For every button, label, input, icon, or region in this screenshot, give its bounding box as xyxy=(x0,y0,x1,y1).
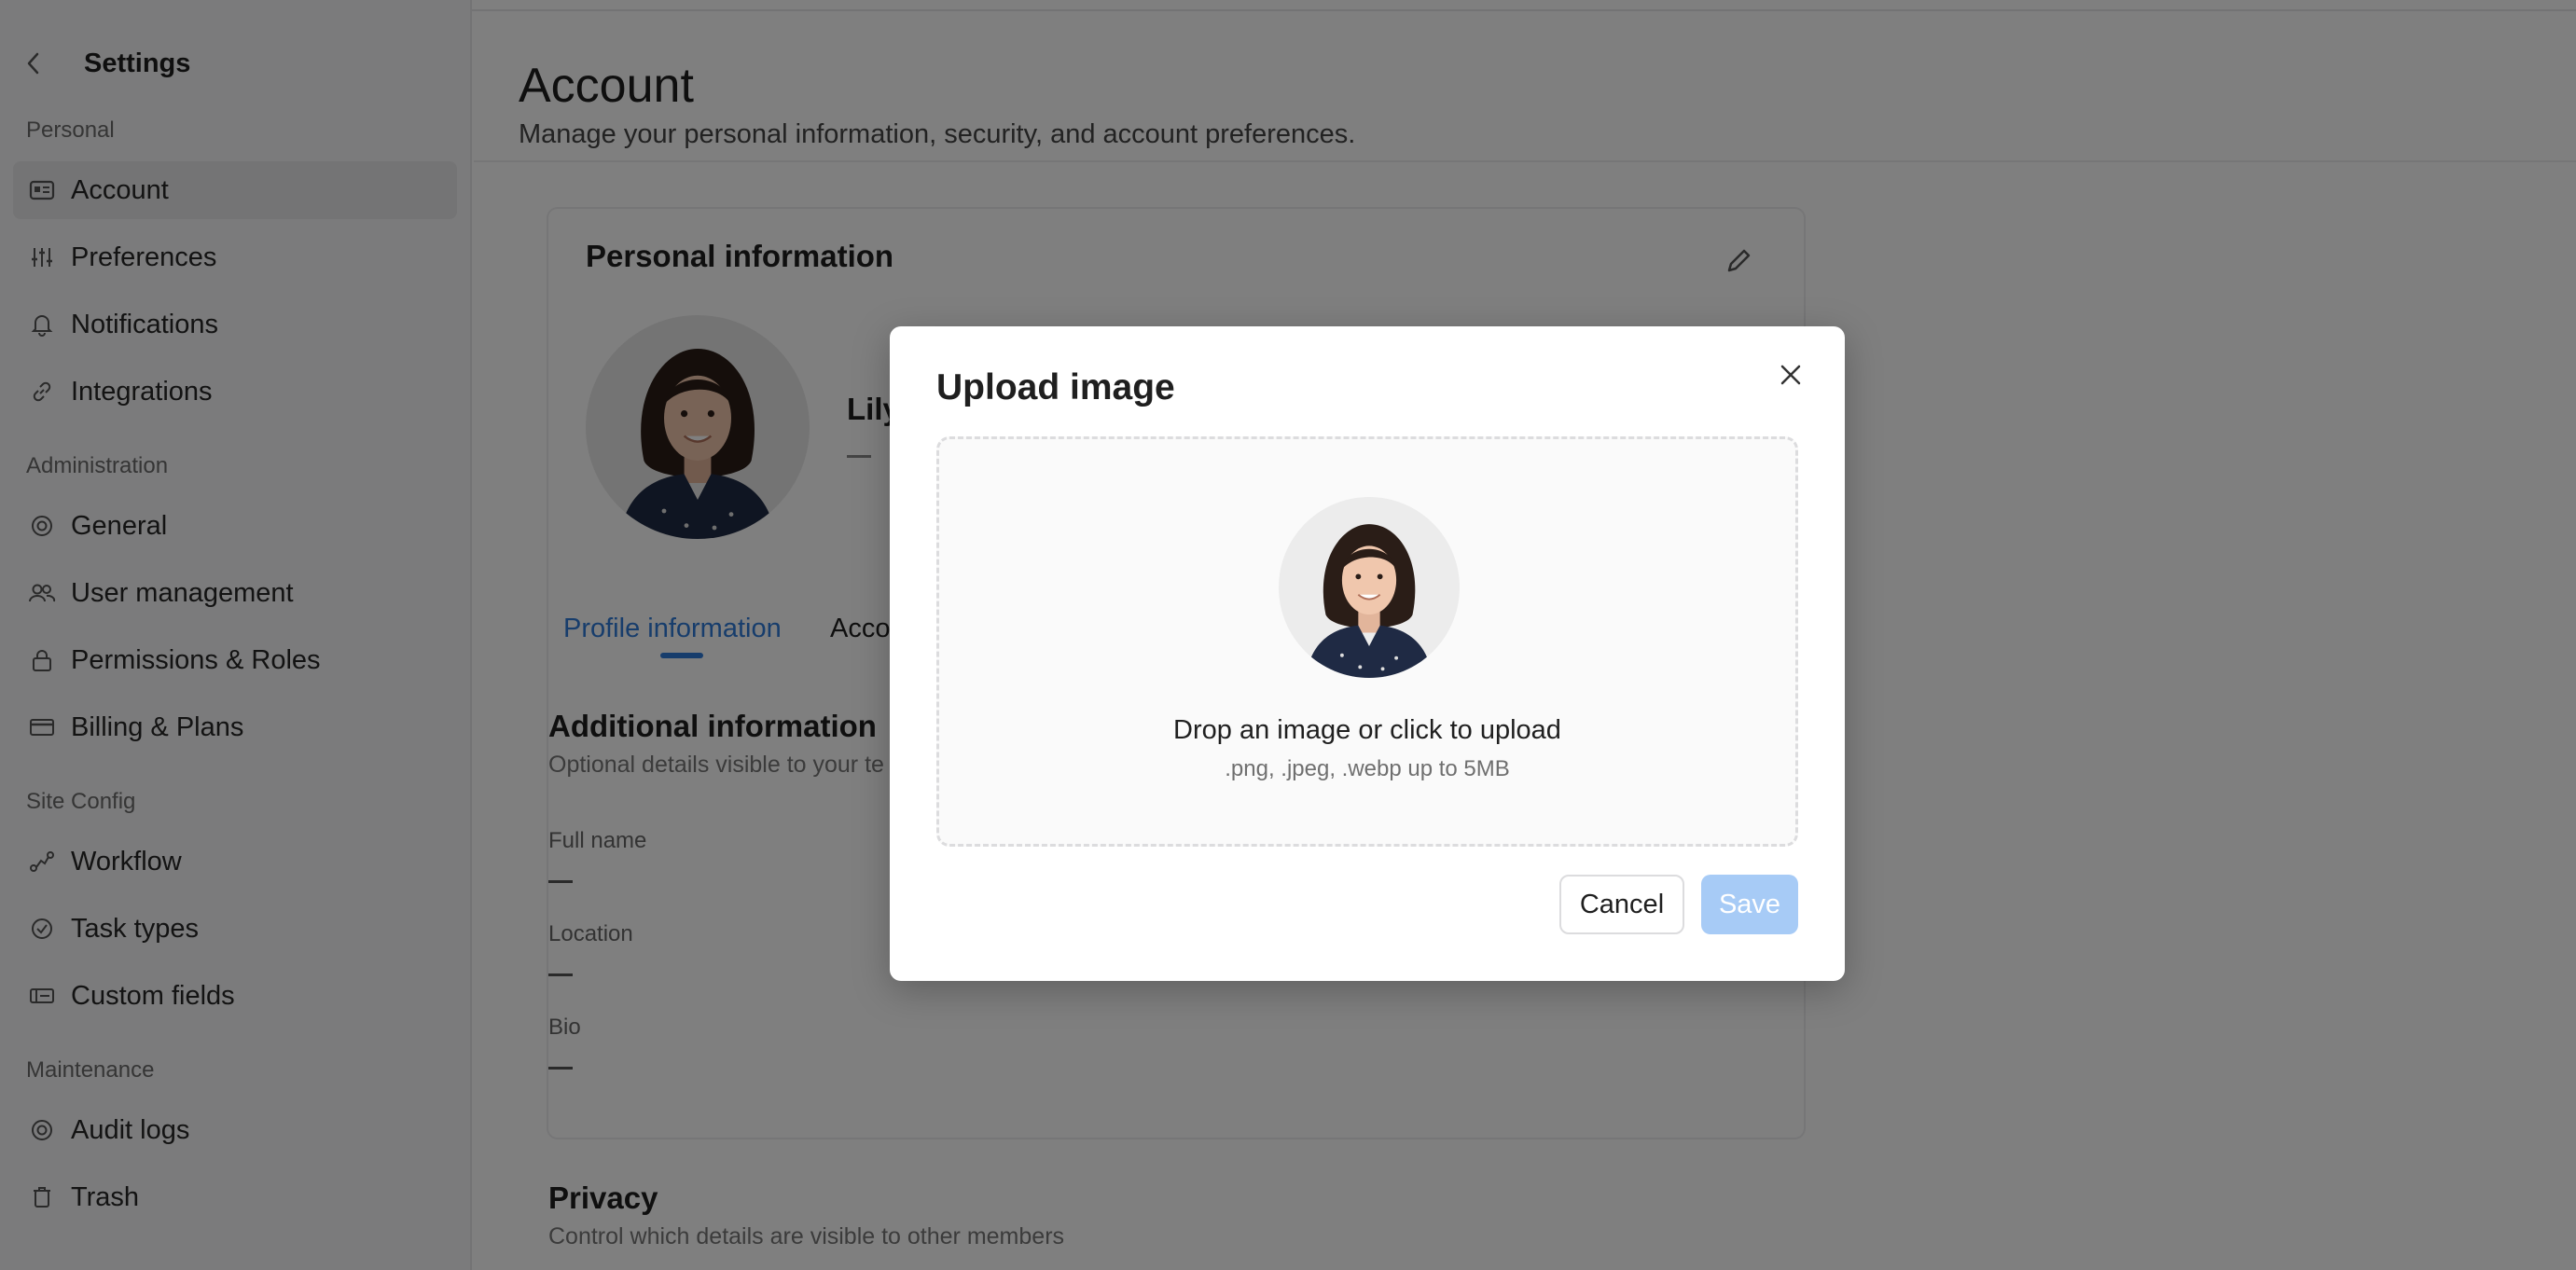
dialog-title: Upload image xyxy=(936,367,1175,407)
image-dropzone[interactable]: Drop an image or click to upload .png, .… xyxy=(936,436,1798,847)
close-icon[interactable] xyxy=(1776,360,1806,390)
dropzone-hint: .png, .jpeg, .webp up to 5MB xyxy=(1225,756,1510,781)
avatar-preview xyxy=(1279,497,1460,678)
upload-image-dialog: Upload image Drop an image or click to u… xyxy=(890,326,1845,981)
dropzone-title: Drop an image or click to upload xyxy=(1173,715,1561,745)
save-button[interactable]: Save xyxy=(1701,875,1798,934)
cancel-button[interactable]: Cancel xyxy=(1559,875,1684,934)
